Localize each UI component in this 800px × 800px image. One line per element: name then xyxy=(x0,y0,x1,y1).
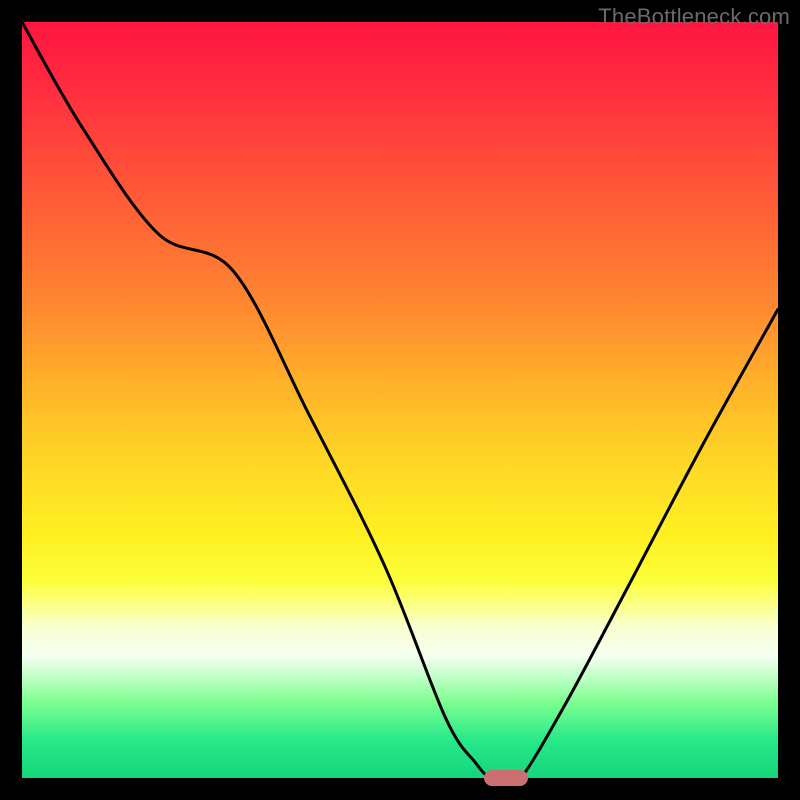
watermark-text: TheBottleneck.com xyxy=(598,4,790,30)
plot-area xyxy=(22,22,778,778)
chart-frame: TheBottleneck.com xyxy=(0,0,800,800)
bottleneck-curve xyxy=(22,22,778,778)
optimal-marker xyxy=(484,770,528,786)
